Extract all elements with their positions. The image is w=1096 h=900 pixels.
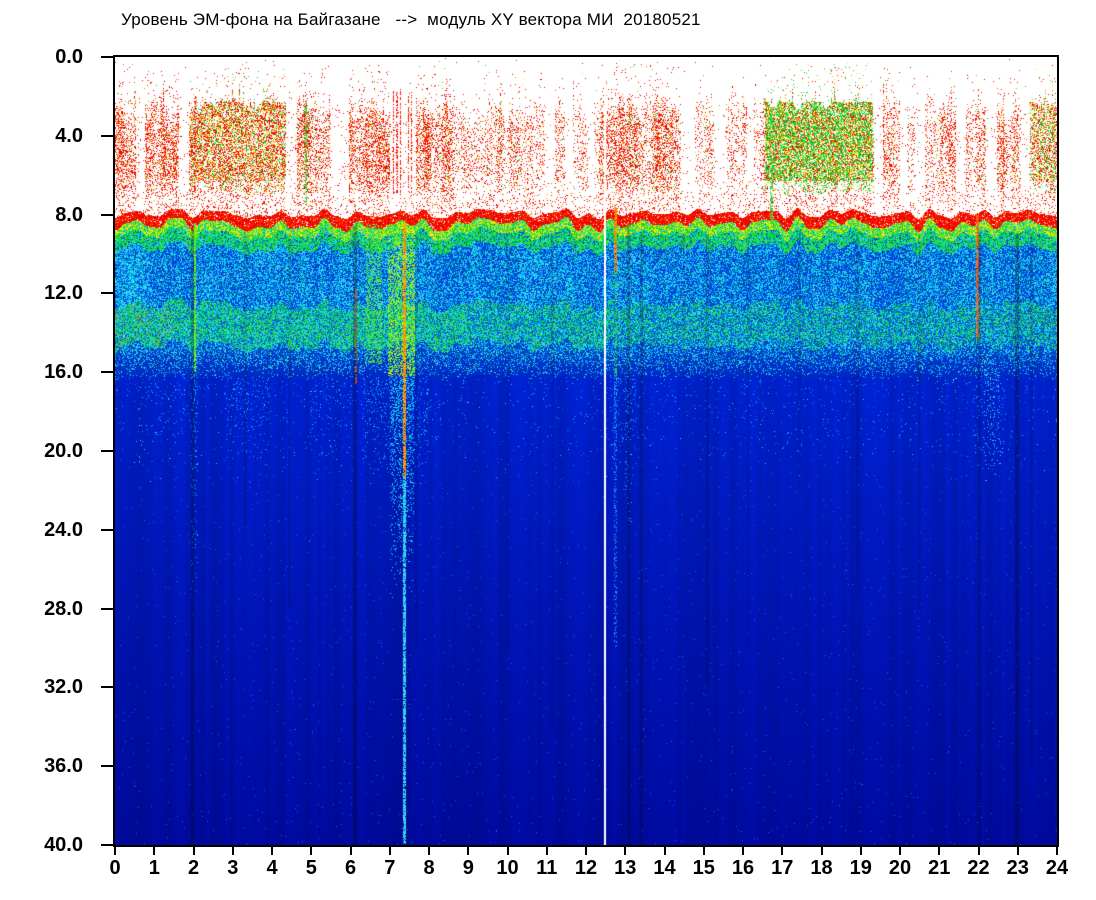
- y-axis-tick-label: 8.0: [55, 203, 83, 226]
- y-axis-tick-label: 32.0: [44, 676, 83, 699]
- chart-title: Уровень ЭМ-фона на Байгазане --> модуль …: [121, 10, 701, 29]
- x-axis-tick: [388, 847, 391, 855]
- x-axis-tick-label: 3: [227, 857, 239, 879]
- y-axis-tick: [101, 134, 113, 137]
- x-axis-tick-label: 6: [344, 857, 357, 879]
- x-axis-tick-label: 19: [849, 857, 872, 879]
- y-axis-tick-label: 0.0: [55, 46, 83, 68]
- x-axis-tick-label: 21: [928, 857, 951, 879]
- plot-frame: [113, 55, 1059, 847]
- x-axis-tick: [899, 847, 901, 855]
- y-axis-tick: [101, 844, 113, 846]
- y-axis-tick: [101, 292, 113, 295]
- x-axis-tick-label: 5: [305, 857, 317, 879]
- x-axis-tick: [977, 847, 980, 855]
- x-axis-tick: [859, 847, 862, 855]
- x-axis-tick: [781, 847, 784, 855]
- x-axis-tick-label: 11: [536, 857, 558, 879]
- x-axis-tick-label: 17: [771, 857, 794, 879]
- y-axis-tick: [101, 450, 113, 452]
- y-axis-tick-label: 12.0: [44, 282, 83, 305]
- x-axis-tick: [545, 847, 548, 855]
- x-axis-tick-label: 2: [187, 857, 200, 879]
- y-axis-tick-label: 20.0: [44, 440, 83, 462]
- x-axis-tick: [1056, 847, 1058, 855]
- y-axis-tick: [101, 56, 113, 58]
- x-axis-tick-label: 16: [731, 857, 755, 879]
- x-axis-tick: [938, 847, 941, 855]
- x-axis-tick-label: 18: [810, 857, 833, 879]
- x-axis-tick-label: 24: [1045, 857, 1069, 879]
- x-axis-tick: [231, 847, 234, 855]
- x-axis-tick-label: 10: [496, 857, 519, 879]
- x-axis-tick: [114, 847, 116, 855]
- y-axis-tick-label: 40.0: [44, 834, 83, 856]
- x-axis-tick: [742, 847, 744, 855]
- x-axis-tick-label: 12: [574, 857, 598, 879]
- x-axis-tick-label: 1: [148, 857, 160, 879]
- x-axis-tick: [702, 847, 705, 855]
- y-axis-tick-label: 36.0: [44, 755, 83, 778]
- y-axis-tick: [101, 528, 113, 531]
- x-axis-tick: [820, 847, 823, 855]
- spectrogram-chart-window: Уровень ЭМ-фона на Байгазане --> модуль …: [0, 0, 1096, 900]
- x-axis-tick-label: 4: [266, 857, 278, 879]
- y-axis-tick: [101, 765, 113, 768]
- x-axis-tick: [663, 847, 666, 855]
- y-axis-tick-label: 28.0: [44, 597, 83, 620]
- x-axis-tick: [467, 847, 470, 855]
- x-axis-tick-label: 13: [614, 857, 637, 879]
- x-axis-tick-label: 14: [653, 857, 676, 879]
- y-axis-tick-label: 16.0: [44, 361, 83, 384]
- x-axis-tick: [585, 847, 587, 855]
- x-axis-tick: [153, 847, 156, 855]
- x-axis-tick-label: 15: [692, 857, 715, 879]
- x-axis-tick-label: 0: [109, 857, 121, 879]
- x-axis-tick-label: 8: [423, 857, 435, 879]
- y-axis-tick: [101, 371, 113, 374]
- y-axis-tick: [101, 607, 113, 610]
- y-axis-tick: [101, 686, 113, 689]
- x-axis-tick: [1016, 847, 1019, 855]
- x-axis-tick-label: 7: [384, 857, 396, 879]
- spectrogram-canvas: [115, 57, 1057, 845]
- x-axis-tick: [428, 847, 430, 855]
- x-axis-tick: [271, 847, 273, 855]
- y-axis-tick-label: 4.0: [55, 124, 83, 147]
- y-axis-tick-label: 24.0: [44, 518, 83, 541]
- x-axis-tick: [624, 847, 627, 855]
- y-axis-tick: [101, 213, 113, 216]
- x-axis-tick: [506, 847, 509, 855]
- x-axis-tick: [310, 847, 313, 855]
- x-axis-tick: [349, 847, 352, 855]
- x-axis-tick-label: 23: [1006, 857, 1029, 879]
- x-axis-tick-label: 22: [967, 857, 990, 879]
- x-axis-tick-label: 9: [462, 857, 474, 879]
- x-axis-tick: [192, 847, 195, 855]
- x-axis-tick-label: 20: [888, 857, 912, 879]
